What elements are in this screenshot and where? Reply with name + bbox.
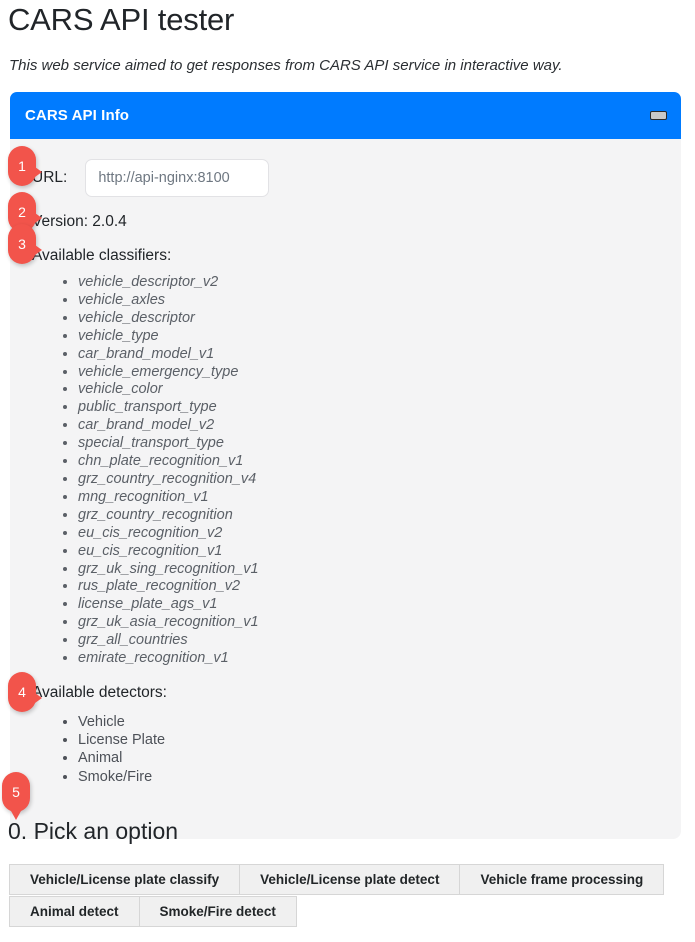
classifiers-list: vehicle_descriptor_v2 vehicle_axles vehi… (10, 274, 681, 668)
list-item: vehicle_axles (78, 292, 681, 310)
list-item: eu_cis_recognition_v1 (78, 543, 681, 561)
url-input[interactable] (85, 159, 270, 197)
url-field-row: URL: (10, 157, 681, 199)
tab-smoke-fire-detect[interactable]: Smoke/Fire detect (138, 896, 297, 927)
list-item: license_plate_ags_v1 (78, 596, 681, 614)
list-item: eu_cis_recognition_v2 (78, 525, 681, 543)
tab-animal-detect[interactable]: Animal detect (9, 896, 139, 927)
list-item: grz_uk_asia_recognition_v1 (78, 614, 681, 632)
option-tabs: Vehicle/License plate classify Vehicle/L… (9, 864, 681, 928)
pick-option-heading: 0. Pick an option (8, 818, 179, 844)
list-item: car_brand_model_v1 (78, 346, 681, 364)
list-item: Animal (78, 749, 681, 767)
card-header-title: CARS API Info (25, 107, 130, 124)
list-item: public_transport_type (78, 399, 681, 417)
list-item: vehicle_descriptor (78, 310, 681, 328)
tab-vehicle-license-plate-detect[interactable]: Vehicle/License plate detect (239, 864, 460, 895)
tab-vehicle-license-plate-classify[interactable]: Vehicle/License plate classify (9, 864, 240, 895)
version-text: Version: 2.0.4 (32, 213, 127, 230)
list-item: vehicle_emergency_type (78, 364, 681, 382)
list-item: grz_country_recognition (78, 507, 681, 525)
page-subtitle: This web service aimed to get responses … (9, 57, 563, 74)
list-item: chn_plate_recognition_v1 (78, 453, 681, 471)
list-item: License Plate (78, 731, 681, 749)
list-item: special_transport_type (78, 435, 681, 453)
card-body: URL: Version: 2.0.4 Available classifier… (10, 139, 681, 839)
list-item: mng_recognition_v1 (78, 489, 681, 507)
list-item: car_brand_model_v2 (78, 417, 681, 435)
annotation-marker-3: 3 (8, 224, 42, 264)
detectors-list: Vehicle License Plate Animal Smoke/Fire (10, 713, 681, 786)
tab-vehicle-frame-processing[interactable]: Vehicle frame processing (459, 864, 665, 895)
list-item: grz_all_countries (78, 632, 681, 650)
list-item: grz_uk_sing_recognition_v1 (78, 561, 681, 579)
annotation-marker-4: 4 (8, 672, 42, 712)
list-item: grz_country_recognition_v4 (78, 471, 681, 489)
annotation-marker-1: 1 (8, 146, 42, 186)
cars-api-info-card: CARS API Info URL: Version: 2.0.4 Availa… (10, 92, 681, 839)
list-item: vehicle_type (78, 328, 681, 346)
list-item: Vehicle (78, 713, 681, 731)
list-item: emirate_recognition_v1 (78, 650, 681, 668)
minimize-icon[interactable] (650, 111, 667, 120)
classifiers-label: Available classifiers: (32, 247, 172, 264)
list-item: Smoke/Fire (78, 768, 681, 786)
page-title: CARS API tester (8, 2, 235, 37)
detectors-label: Available detectors: (32, 683, 167, 701)
annotation-marker-5: 5 (2, 772, 30, 820)
list-item: vehicle_color (78, 381, 681, 399)
card-header: CARS API Info (10, 92, 681, 139)
list-item: rus_plate_recognition_v2 (78, 578, 681, 596)
list-item: vehicle_descriptor_v2 (78, 274, 681, 292)
